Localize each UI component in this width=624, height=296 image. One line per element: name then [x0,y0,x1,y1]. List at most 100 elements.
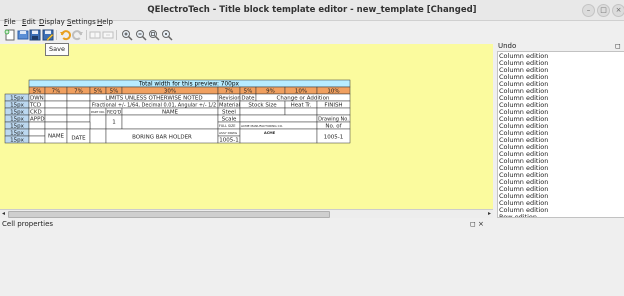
cell-text: REQ'D [107,109,122,115]
close-button[interactable]: × [612,4,624,17]
zoom-in-icon[interactable] [121,29,133,41]
cell-text: CKD [30,109,42,115]
template-cell[interactable] [316,107,351,116]
template-cell[interactable] [66,107,91,116]
scrollbar-thumb[interactable] [8,211,330,218]
save-icon[interactable] [29,29,41,41]
zoom-fit-icon[interactable] [148,29,160,41]
menu-display-label: isplay [44,18,65,26]
cell-text: Revision [219,95,241,101]
cell-text: Steel [222,109,236,115]
toolbar [0,28,624,42]
scroll-left-arrow-icon[interactable]: ◂ [0,210,7,218]
menu-display[interactable]: Display [39,17,65,28]
scroll-right-arrow-icon[interactable]: ▸ [486,210,493,218]
row-height-label: 15px [10,137,24,143]
template-cell[interactable] [284,107,318,116]
menu-help-label: elp [102,18,113,26]
template-cell[interactable] [66,114,91,123]
template-cell[interactable] [44,100,68,109]
undo-icon[interactable] [59,29,71,41]
cell-text: Date [241,95,255,101]
cell-text: NAME [162,109,179,115]
cell-text: ACME MANUFACTURING CO. [241,124,283,128]
cell-text: NAME [48,133,65,139]
menu-help[interactable]: Help [97,17,113,28]
cell-text: TCD [29,102,41,108]
cell-text: Fractional +/- 1/64, Decimal 0.01, Angul… [92,102,216,108]
row-height-label: 15px [10,123,24,129]
col-width-label: 9% [266,88,275,94]
cell-text: DATE [71,135,86,141]
cell-text: 1 [112,119,116,125]
cell-text: BORING BAR HOLDER [132,134,192,140]
toolbar-separator [116,30,117,40]
template-cell[interactable] [66,100,91,109]
template-cell[interactable] [239,128,318,144]
col-width-label: 5% [94,88,103,94]
save-tooltip: Save [45,43,69,56]
template-cell[interactable] [28,135,46,144]
split-cell-icon[interactable] [102,29,114,41]
template-cell[interactable] [28,128,46,137]
cell-properties-title: Cell properties [2,220,54,228]
row-height-label: 15px [10,109,24,115]
cell-text: APPD [30,116,45,122]
zoom-reset-icon[interactable] [161,29,173,41]
template-cell[interactable] [44,107,68,116]
cell-text: Heat Tr. [291,102,312,108]
menu-file[interactable]: File [4,17,16,28]
zoom-out-icon[interactable] [135,29,147,41]
horizontal-scrollbar[interactable]: ◂ ▸ [0,209,493,218]
template-cell[interactable] [66,93,91,102]
template-cell[interactable] [239,107,286,116]
minimize-button[interactable]: – [582,4,595,17]
row-height-label: 15px [10,102,24,108]
cell-text: 1005-1 [324,134,343,140]
new-icon[interactable] [4,29,16,41]
col-width-label: 7% [52,88,61,94]
col-width-label: 10% [327,88,339,94]
cell-text: ASSY DRWG [219,131,238,135]
col-width-label: 7% [225,88,234,94]
cell-text: Scale [222,116,237,122]
template-cell[interactable] [44,114,68,123]
menu-edit[interactable]: Edit [22,17,36,28]
col-width-label: 5% [244,88,253,94]
menu-file-label: ile [7,18,16,26]
save-as-icon[interactable] [42,29,54,41]
template-cell[interactable] [89,114,107,130]
template-cell[interactable] [121,114,219,130]
cell-properties-panel: Cell properties ◻ × [0,218,493,296]
template-cell[interactable] [44,93,68,102]
template-cell[interactable] [44,121,68,130]
template-cell[interactable] [28,121,46,130]
redo-icon[interactable] [72,29,84,41]
toolbar-separator [86,30,87,40]
menu-settings[interactable]: Settings [67,17,96,28]
undo-panel: Undo ◻ Column edition Column edition Colum… [496,42,624,218]
row-height-label: 15px [10,116,24,122]
undo-history-list[interactable]: Column edition Column edition Column editi… [497,51,624,218]
cell-text: DWN [30,95,44,101]
cell-text: PART NO. [91,110,105,114]
panel-controls[interactable]: ◻ × [470,220,484,228]
menu-bar: File Edit Display Settings Help [0,17,624,28]
col-width-label: 30% [164,88,176,94]
cell-text: FULL SIZE [219,124,235,128]
open-icon[interactable] [17,29,29,41]
menu-edit-label: dit [26,18,36,26]
template-canvas[interactable]: Total width for this preview: 700px 5% 7… [0,44,493,209]
template-cell[interactable] [89,128,107,144]
float-panel-icon[interactable]: ◻ [615,42,623,51]
cell-text: Stock Size [248,102,277,108]
template-cell[interactable] [239,114,318,123]
template-preview: Total width for this preview: 700px 5% 7… [4,79,351,144]
maximize-button[interactable]: □ [597,4,610,17]
cell-text: No. of [325,123,342,129]
cell-text: 1005-1 [219,137,238,143]
merge-cells-icon[interactable] [89,29,101,41]
total-width-label: Total width for this preview: 700px [138,82,240,88]
undo-history-item[interactable]: Row edition [499,214,623,218]
template-cell[interactable] [66,121,91,130]
